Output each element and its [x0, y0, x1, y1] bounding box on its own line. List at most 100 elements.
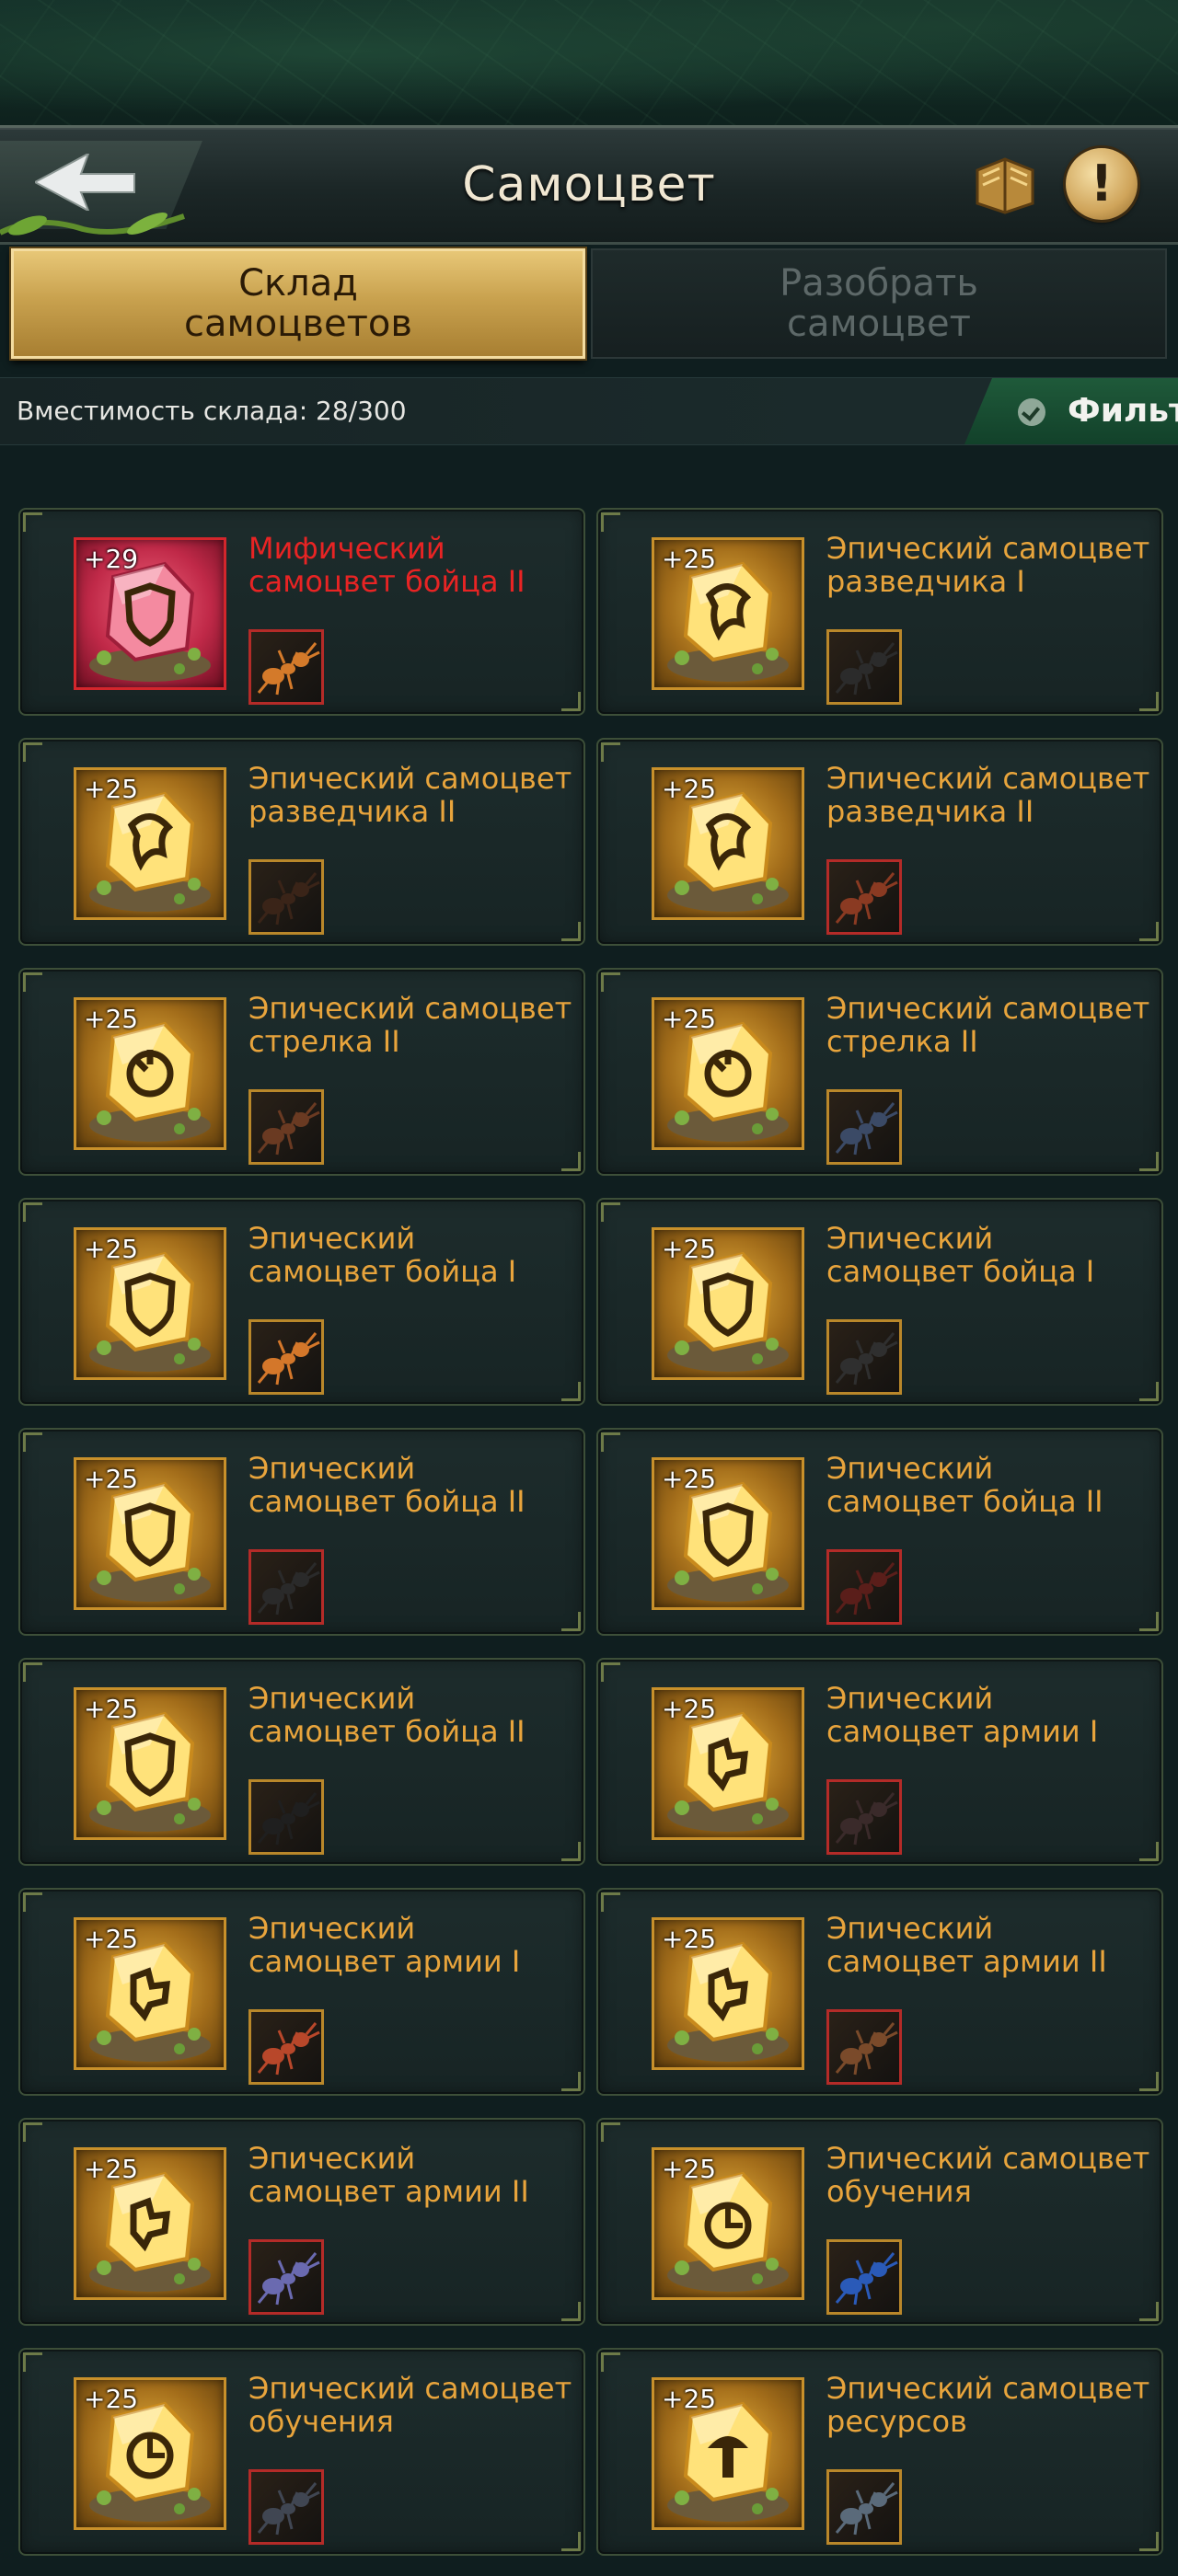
gem-name: Эпический самоцвет бойца II [826, 1451, 1103, 1519]
gem-level: +25 [84, 1464, 139, 1494]
insect-portrait[interactable] [248, 1549, 324, 1625]
insect-icon [835, 642, 898, 696]
gem-icon: +25 [74, 1917, 226, 2070]
gem-card[interactable]: +25 Эпический самоцвет армии II [596, 1888, 1163, 2096]
gem-card[interactable]: +25 Эпический самоцвет ресурсов [596, 2348, 1163, 2556]
insect-portrait[interactable] [248, 1779, 324, 1855]
gem-level: +25 [662, 2384, 717, 2414]
insect-portrait[interactable] [248, 2009, 324, 2085]
gem-level: +25 [662, 544, 717, 574]
gem-level: +25 [84, 1694, 139, 1724]
gem-icon: +25 [74, 997, 226, 1150]
insect-icon [835, 2482, 898, 2536]
gem-level: +25 [662, 2154, 717, 2184]
gem-card[interactable]: +25 Эпический самоцвет стрелка II [18, 968, 585, 1176]
gem-icon: +29 [74, 537, 226, 690]
gem-card[interactable]: +25 Эпический самоцвет бойца II [18, 1428, 585, 1636]
gem-level: +25 [84, 774, 139, 804]
gem-level: +25 [84, 2154, 139, 2184]
insect-portrait[interactable] [248, 629, 324, 705]
gem-icon: +25 [652, 767, 804, 920]
gem-card[interactable]: +25 Эпический самоцвет армии II [18, 2118, 585, 2326]
insect-icon [257, 1562, 320, 1616]
gem-name: Эпический самоцвет разведчика I [826, 531, 1150, 599]
insect-portrait[interactable] [826, 2009, 902, 2085]
insect-portrait[interactable] [248, 859, 324, 935]
gem-card[interactable]: +25 Эпический самоцвет армии I [18, 1888, 585, 2096]
gem-icon: +25 [652, 997, 804, 1150]
gem-card[interactable]: +25 Эпический самоцвет обучения [18, 2348, 585, 2556]
insect-icon [257, 872, 320, 926]
gem-name: Эпический самоцвет ресурсов [826, 2371, 1150, 2439]
gem-level: +25 [662, 1004, 717, 1034]
gem-card[interactable]: +25 Эпический самоцвет разведчика II [18, 738, 585, 946]
insect-portrait[interactable] [826, 859, 902, 935]
insect-portrait[interactable] [826, 2239, 902, 2315]
gem-name: Мифический самоцвет бойца II [248, 531, 525, 599]
insect-icon [257, 1102, 320, 1156]
insect-icon [835, 1332, 898, 1386]
gem-card[interactable]: +25 Эпический самоцвет бойца II [596, 1428, 1163, 1636]
gem-name: Эпический самоцвет бойца I [826, 1221, 1095, 1289]
gem-icon: +25 [652, 1687, 804, 1840]
gem-level: +25 [84, 1004, 139, 1034]
gem-name: Эпический самоцвет обучения [248, 2371, 572, 2439]
gem-level: +25 [84, 1924, 139, 1954]
gem-icon: +25 [74, 1457, 226, 1610]
gem-name: Эпический самоцвет армии II [248, 2141, 529, 2209]
gem-card[interactable]: +25 Эпический самоцвет бойца I [596, 1198, 1163, 1406]
insect-icon [835, 1102, 898, 1156]
gem-name: Эпический самоцвет разведчика II [248, 761, 572, 829]
gem-name: Эпический самоцвет разведчика II [826, 761, 1150, 829]
gem-icon: +25 [652, 2377, 804, 2530]
gem-name: Эпический самоцвет бойца II [248, 1451, 525, 1519]
insect-portrait[interactable] [248, 1319, 324, 1395]
gem-icon: +25 [652, 2147, 804, 2300]
insect-icon [257, 2482, 320, 2536]
gem-card[interactable]: +25 Эпический самоцвет бойца II [18, 1658, 585, 1866]
gem-icon: +25 [652, 1227, 804, 1380]
gem-level: +25 [662, 1464, 717, 1494]
gem-card[interactable]: +25 Эпический самоцвет армии I [596, 1658, 1163, 1866]
gem-grid: +29 Мифический самоцвет бойца II +25 Эпичес… [0, 0, 1178, 2576]
gem-card[interactable]: +29 Мифический самоцвет бойца II [18, 508, 585, 716]
gem-name: Эпический самоцвет армии I [248, 1911, 521, 1979]
insect-icon [835, 2252, 898, 2306]
insect-icon [835, 872, 898, 926]
gem-name: Эпический самоцвет бойца I [248, 1221, 517, 1289]
gem-name: Эпический самоцвет обучения [826, 2141, 1150, 2209]
insect-portrait[interactable] [826, 1779, 902, 1855]
insect-portrait[interactable] [248, 2239, 324, 2315]
insect-icon [257, 2022, 320, 2076]
gem-card[interactable]: +25 Эпический самоцвет разведчика I [596, 508, 1163, 716]
gem-name: Эпический самоцвет бойца II [248, 1681, 525, 1749]
gem-card[interactable]: +25 Эпический самоцвет разведчика II [596, 738, 1163, 946]
insect-icon [835, 1792, 898, 1846]
insect-icon [257, 2252, 320, 2306]
insect-portrait[interactable] [248, 1089, 324, 1165]
gem-level: +25 [662, 1924, 717, 1954]
gem-icon: +25 [74, 1227, 226, 1380]
gem-level: +29 [84, 544, 139, 574]
gem-level: +25 [662, 1694, 717, 1724]
gem-level: +25 [662, 1234, 717, 1264]
insect-portrait[interactable] [826, 1089, 902, 1165]
gem-icon: +25 [652, 1457, 804, 1610]
insect-portrait[interactable] [826, 629, 902, 705]
gem-card[interactable]: +25 Эпический самоцвет бойца I [18, 1198, 585, 1406]
gem-name: Эпический самоцвет стрелка II [826, 991, 1150, 1059]
insect-portrait[interactable] [826, 1319, 902, 1395]
insect-icon [257, 1792, 320, 1846]
gem-icon: +25 [74, 2147, 226, 2300]
gem-icon: +25 [652, 1917, 804, 2070]
insect-portrait[interactable] [826, 1549, 902, 1625]
insect-icon [835, 2022, 898, 2076]
gem-icon: +25 [652, 537, 804, 690]
insect-icon [835, 1562, 898, 1616]
gem-card[interactable]: +25 Эпический самоцвет обучения [596, 2118, 1163, 2326]
insect-portrait[interactable] [826, 2469, 902, 2545]
gem-name: Эпический самоцвет армии I [826, 1681, 1099, 1749]
gem-level: +25 [84, 2384, 139, 2414]
gem-card[interactable]: +25 Эпический самоцвет стрелка II [596, 968, 1163, 1176]
insect-portrait[interactable] [248, 2469, 324, 2545]
